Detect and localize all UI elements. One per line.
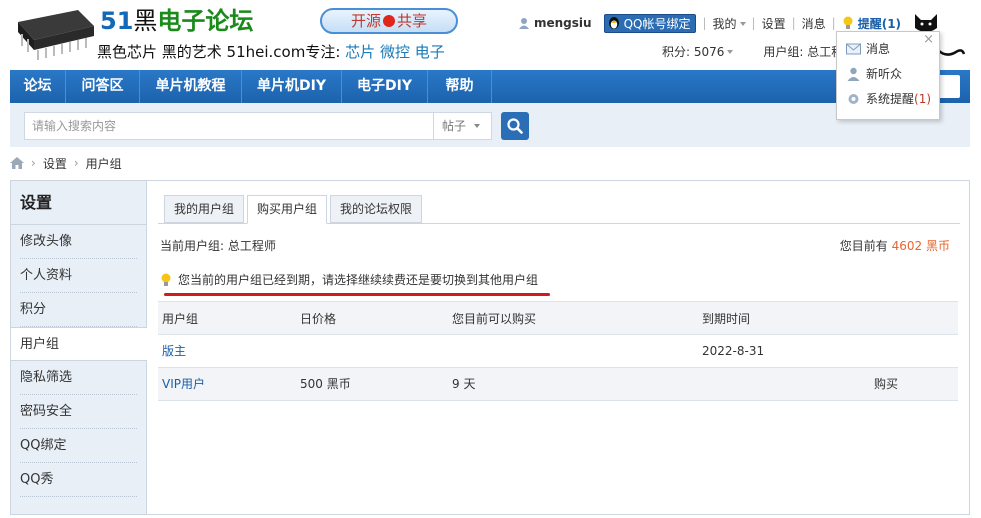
remind-link[interactable]: 提醒(1) xyxy=(842,15,901,32)
user-toolbar: mengsiu QQ帐号绑定 | 我的 | 设置 | 消息 | 提醒(1) xyxy=(518,13,901,33)
my-menu-link[interactable]: 我的 xyxy=(713,15,746,32)
tab-forum-permissions[interactable]: 我的论坛权限 xyxy=(330,195,423,223)
dropdown-item-messages[interactable]: 消息 xyxy=(846,38,890,60)
caret-down-icon xyxy=(474,124,481,128)
settings-sidebar: 设置 修改头像 个人资料 积分 用户组 隐私筛选 密码安全 QQ绑定 QQ秀 xyxy=(11,181,147,514)
site-slogan: 黑色芯片 黑的艺术 51hei.com专注: 芯片 微控 电子 xyxy=(97,43,445,61)
nav-help[interactable]: 帮助 xyxy=(428,70,492,103)
nav-mcu-diy[interactable]: 单片机DIY xyxy=(242,70,342,103)
red-underline-annotation xyxy=(164,293,550,296)
user-icon xyxy=(847,67,860,81)
sidebar-item-privacy[interactable]: 隐私筛选 xyxy=(11,361,146,395)
user-stats: 积分: 5076 用户组: 总工程 xyxy=(662,43,843,60)
tab-buy-usergroup[interactable]: 购买用户组 xyxy=(247,195,328,224)
site-brand[interactable]: 51黑电子论坛 xyxy=(100,6,253,36)
search-input[interactable]: 请输入搜索内容 xyxy=(24,112,434,140)
usergroup-link[interactable]: 用户组: 总工程 xyxy=(763,43,843,60)
lightbulb-icon xyxy=(843,16,853,29)
gear-icon xyxy=(848,94,859,104)
sidebar-item-password[interactable]: 密码安全 xyxy=(11,395,146,429)
sidebar-item-profile[interactable]: 个人资料 xyxy=(11,259,146,293)
messages-link[interactable]: 消息 xyxy=(802,15,826,32)
usergroup-content: 我的用户组 购买用户组 我的论坛权限 当前用户组: 总工程师 您目前有 4602… xyxy=(158,181,960,514)
qq-penguin-icon xyxy=(608,17,619,29)
nav-electronics-diy[interactable]: 电子DIY xyxy=(342,70,428,103)
red-dot-icon xyxy=(383,15,395,27)
settings-panel: 设置 修改头像 个人资料 积分 用户组 隐私筛选 密码安全 QQ绑定 QQ秀 我… xyxy=(10,180,970,515)
current-usergroup: 当前用户组: 总工程师 xyxy=(160,239,276,253)
settings-link[interactable]: 设置 xyxy=(762,15,786,32)
home-icon[interactable] xyxy=(10,157,24,169)
breadcrumb-settings[interactable]: 设置 xyxy=(43,155,67,172)
nav-forum[interactable]: 论坛 xyxy=(10,70,66,103)
balance-info: 您目前有 4602 黑币 xyxy=(839,239,950,253)
open-source-badge: 开源 共享 xyxy=(320,8,458,34)
dropdown-item-system-reminders[interactable]: 系统提醒 (1) xyxy=(846,88,931,110)
table-row: 版主 2022-8-31 xyxy=(158,335,958,368)
search-icon xyxy=(507,118,523,134)
chip-logo-icon[interactable] xyxy=(8,6,96,64)
main-nav: 论坛 问答区 单片机教程 单片机DIY 电子DIY 帮助 xyxy=(10,70,970,103)
balance-amount: 4602 黑币 xyxy=(891,239,950,253)
sidebar-item-avatar[interactable]: 修改头像 xyxy=(11,225,146,259)
sidebar-title: 设置 xyxy=(11,181,146,225)
group-link-moderator[interactable]: 版主 xyxy=(162,335,186,368)
nav-mcu-tutorial[interactable]: 单片机教程 xyxy=(140,70,242,103)
site-header: 51黑电子论坛 黑色芯片 黑的艺术 51hei.com专注: 芯片 微控 电子 … xyxy=(0,0,981,70)
sidebar-item-qq-show[interactable]: QQ秀 xyxy=(11,463,146,497)
table-header: 用户组 日价格 您目前可以购买 到期时间 xyxy=(158,301,958,335)
qq-bind-button[interactable]: QQ帐号绑定 xyxy=(603,13,697,33)
points-link[interactable]: 积分: 5076 xyxy=(662,43,734,60)
expiry-notice: 您当前的用户组已经到期，请选择继续续费还是要切换到其他用户组 xyxy=(160,271,538,288)
breadcrumb: › 设置 › 用户组 xyxy=(10,152,122,174)
usergroup-tabs: 我的用户组 购买用户组 我的论坛权限 xyxy=(164,195,425,224)
caret-down-icon xyxy=(727,50,734,54)
search-type-select[interactable]: 帖子 xyxy=(434,112,492,140)
sidebar-item-usergroup[interactable]: 用户组 xyxy=(11,327,147,361)
cat-tail-icon xyxy=(937,49,966,56)
close-icon[interactable]: × xyxy=(923,32,934,47)
tab-my-usergroup[interactable]: 我的用户组 xyxy=(164,195,245,223)
caret-down-icon xyxy=(739,21,746,26)
search-button[interactable] xyxy=(501,112,529,140)
group-link-vip[interactable]: VIP用户 xyxy=(162,368,205,401)
sidebar-item-credits[interactable]: 积分 xyxy=(11,293,146,327)
dropdown-item-listeners[interactable]: 新听众 xyxy=(846,63,902,85)
table-row: VIP用户 500 黑币 9 天 购买 xyxy=(158,368,958,401)
search-bar: 请输入搜索内容 帖子 xyxy=(10,103,970,147)
nav-qa[interactable]: 问答区 xyxy=(66,70,140,103)
breadcrumb-usergroup: 用户组 xyxy=(85,156,122,171)
usergroup-table: 用户组 日价格 您目前可以购买 到期时间 版主 2022-8-31 VIP用户 … xyxy=(158,301,958,401)
envelope-icon xyxy=(846,43,861,55)
buy-button[interactable]: 购买 xyxy=(874,368,898,401)
username-link[interactable]: mengsiu xyxy=(534,16,592,30)
sidebar-item-qq-bind[interactable]: QQ绑定 xyxy=(11,429,146,463)
user-icon xyxy=(519,18,529,29)
reminder-dropdown: × 消息 新听众 系统提醒 (1) xyxy=(836,31,940,120)
lightbulb-icon xyxy=(161,273,171,286)
